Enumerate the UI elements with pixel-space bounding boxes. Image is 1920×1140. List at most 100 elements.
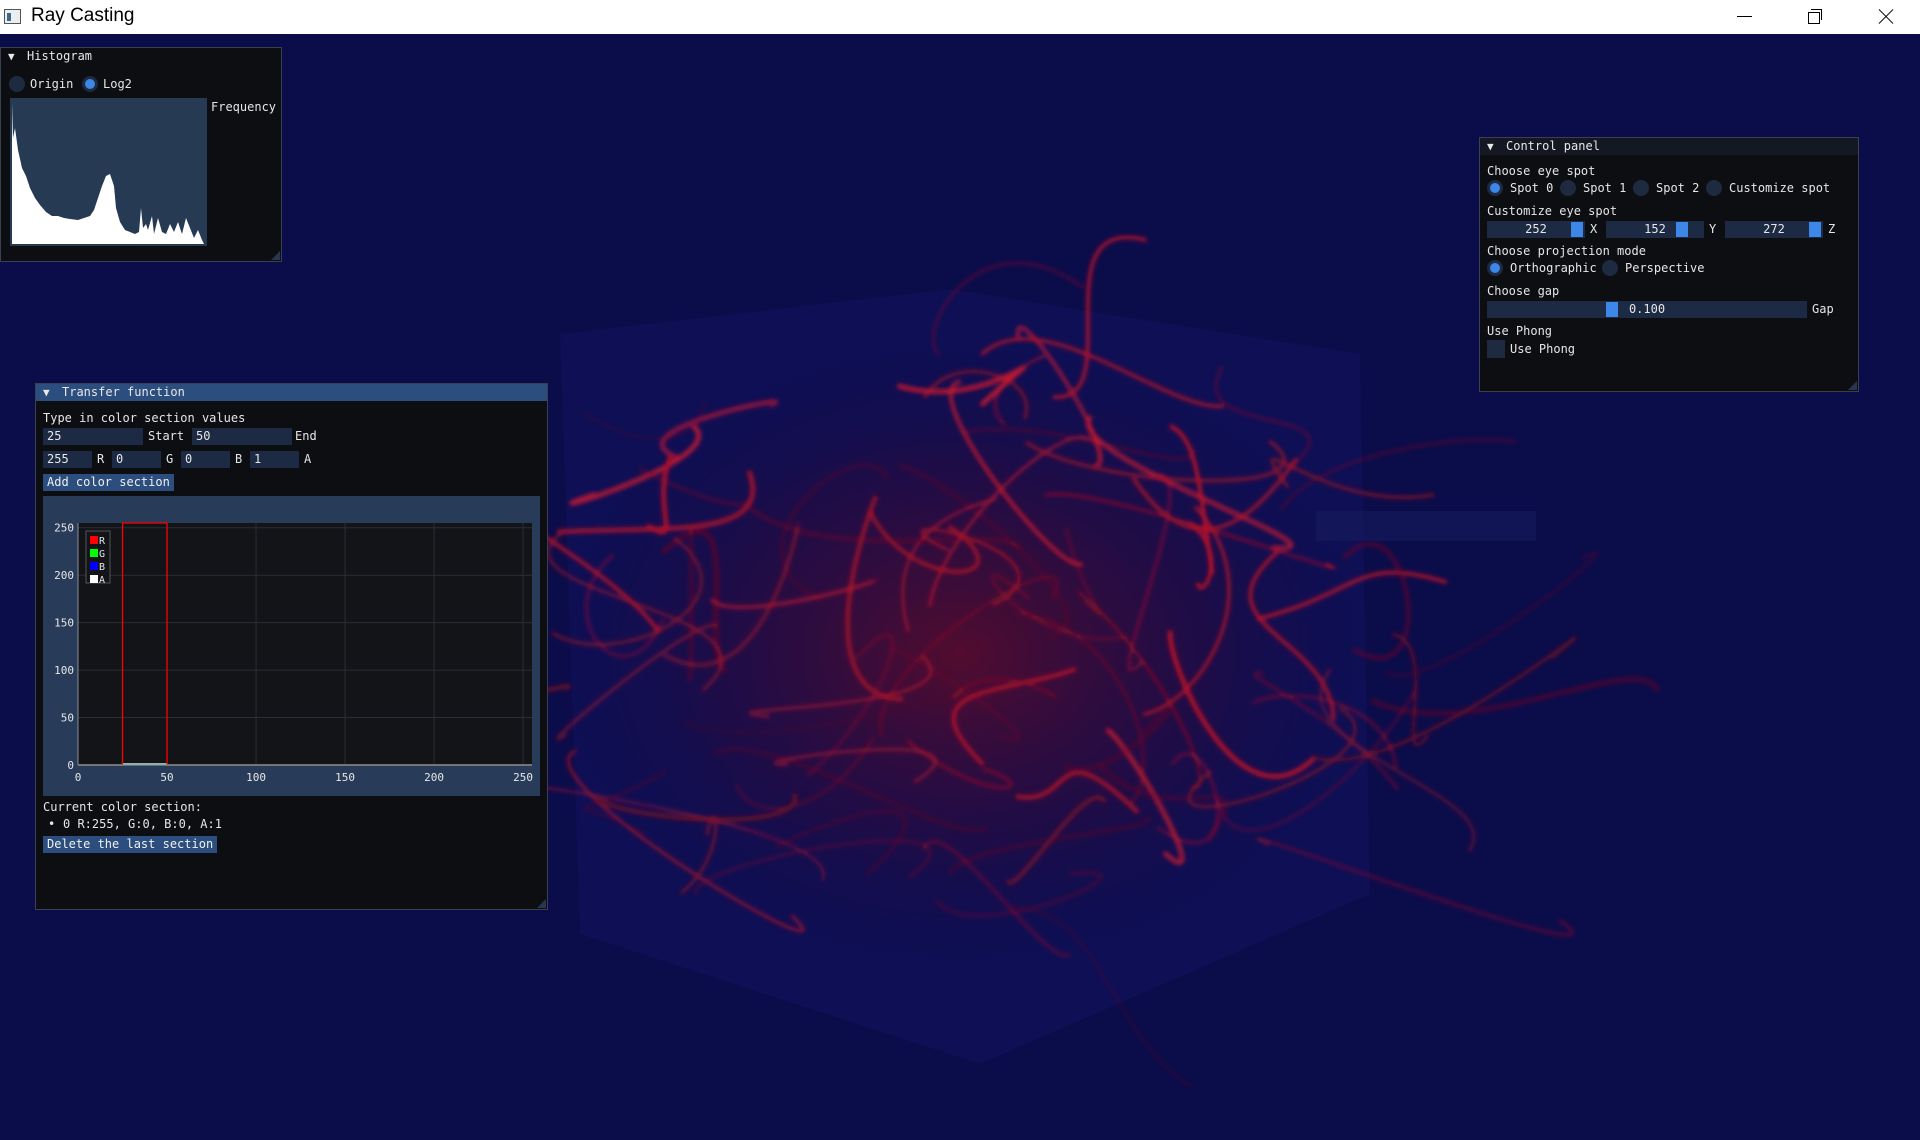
restore-button[interactable] xyxy=(1779,0,1849,34)
legend-swatch-r xyxy=(90,536,98,544)
chart-legend: RGBA xyxy=(85,530,111,586)
g-input[interactable]: 0 xyxy=(112,451,161,468)
window-titlebar: Ray Casting xyxy=(0,0,1920,34)
chart-plot-area xyxy=(78,523,532,765)
b-label: B xyxy=(235,452,243,466)
gap-value: 0.100 xyxy=(1628,302,1666,316)
frequency-label: Frequency xyxy=(211,100,277,114)
transfer-function-chart[interactable]: 0 50 100 150 200 250 0 50 100 150 200 250 RGBA xyxy=(43,496,540,796)
transfer-function-panel[interactable]: ▼ Transfer function Type in color sectio… xyxy=(35,383,548,910)
a-input[interactable]: 1 xyxy=(250,451,299,468)
x-tick-label: 100 xyxy=(246,771,266,784)
spot-0-radio[interactable] xyxy=(1487,180,1503,196)
resize-grip[interactable] xyxy=(1848,381,1857,390)
control-header[interactable]: ▼ Control panel xyxy=(1480,138,1858,155)
y-tick-label: 0 xyxy=(67,759,74,772)
end-label: End xyxy=(295,429,317,443)
g-label: G xyxy=(166,452,174,466)
use-phong-label: Use Phong xyxy=(1510,342,1576,356)
y-tick-label: 50 xyxy=(61,712,74,725)
use-phong-checkbox[interactable] xyxy=(1487,340,1505,358)
y-tick-label: 100 xyxy=(54,664,74,677)
minimize-button[interactable] xyxy=(1709,0,1779,34)
eye-x-value: 252 xyxy=(1525,222,1547,236)
projection-label: Choose projection mode xyxy=(1487,244,1646,258)
control-panel[interactable]: ▼ Control panel Choose eye spot Spot 0 S… xyxy=(1479,137,1859,392)
legend-swatch-a xyxy=(90,575,98,583)
eye-y-grab[interactable] xyxy=(1676,222,1688,237)
origin-radio[interactable] xyxy=(9,76,25,92)
eye-y-axis: Y xyxy=(1709,222,1717,236)
legend-label-b: B xyxy=(99,562,105,573)
faint-overlay-box xyxy=(1316,511,1536,541)
delete-last-section-button[interactable]: Delete the last section xyxy=(43,836,218,853)
log2-label: Log2 xyxy=(103,77,132,91)
legend-swatch-g xyxy=(90,549,98,557)
app-icon xyxy=(4,9,21,24)
x-tick-label: 250 xyxy=(513,771,533,784)
spot-1-radio[interactable] xyxy=(1560,180,1576,196)
a-label: A xyxy=(304,452,312,466)
gap-slider[interactable]: 0.100 xyxy=(1487,301,1807,318)
start-label: Start xyxy=(148,429,185,443)
histogram-header[interactable]: ▼ Histogram xyxy=(1,48,281,65)
collapse-triangle-icon[interactable]: ▼ xyxy=(8,48,15,65)
histogram-panel[interactable]: ▼ Histogram Origin Log2 Frequency xyxy=(0,47,282,262)
log2-radio[interactable] xyxy=(82,76,98,92)
eye-x-axis: X xyxy=(1590,222,1598,236)
eye-x-slider[interactable]: 252 xyxy=(1487,221,1585,238)
origin-label: Origin xyxy=(30,77,74,91)
start-input[interactable]: 25 xyxy=(43,428,143,445)
x-tick-label: 200 xyxy=(424,771,444,784)
spot-2-radio[interactable] xyxy=(1633,180,1649,196)
orthographic-radio[interactable] xyxy=(1487,260,1503,276)
customize-spot-radio[interactable] xyxy=(1706,180,1722,196)
eye-z-slider[interactable]: 272 xyxy=(1725,221,1823,238)
eye-spot-label: Choose eye spot xyxy=(1487,164,1596,178)
orthographic-label: Orthographic xyxy=(1510,261,1597,275)
volume-fiber xyxy=(1385,551,1598,678)
section-item: 0 R:255, G:0, B:0, A:1 xyxy=(63,817,222,831)
legend-label-r: R xyxy=(99,536,106,547)
x-tick-label: 0 xyxy=(75,771,82,784)
eye-y-value: 152 xyxy=(1644,222,1666,236)
spot-2-label: Spot 2 xyxy=(1656,181,1700,195)
legend-label-a: A xyxy=(99,575,105,586)
phong-section-label: Use Phong xyxy=(1487,324,1553,338)
resize-grip[interactable] xyxy=(271,251,280,260)
eye-x-grab[interactable] xyxy=(1571,222,1583,237)
x-tick-label: 50 xyxy=(160,771,173,784)
x-tick-label: 150 xyxy=(335,771,355,784)
r-label: R xyxy=(97,452,105,466)
close-button[interactable] xyxy=(1850,0,1920,34)
b-input[interactable]: 0 xyxy=(181,451,230,468)
control-title: Control panel xyxy=(1506,139,1600,153)
gap-label: Choose gap xyxy=(1487,284,1560,298)
eye-z-axis: Z xyxy=(1828,222,1836,236)
legend-swatch-b xyxy=(90,562,98,570)
spot-0-label: Spot 0 xyxy=(1510,181,1554,195)
transfer-header[interactable]: ▼ Transfer function xyxy=(36,384,547,401)
perspective-radio[interactable] xyxy=(1602,260,1618,276)
add-color-section-button[interactable]: Add color section xyxy=(43,474,174,491)
collapse-triangle-icon[interactable]: ▼ xyxy=(1487,138,1494,155)
spot-1-label: Spot 1 xyxy=(1583,181,1627,195)
histogram-title: Histogram xyxy=(27,49,93,63)
legend-label-g: G xyxy=(99,549,105,560)
collapse-triangle-icon[interactable]: ▼ xyxy=(43,384,50,401)
histogram-plot xyxy=(10,98,207,246)
resize-grip[interactable] xyxy=(537,899,546,908)
y-tick-label: 200 xyxy=(54,569,74,582)
customize-spot-label: Customize spot xyxy=(1729,181,1831,195)
gap-grab[interactable] xyxy=(1606,302,1618,317)
eye-y-slider[interactable]: 152 xyxy=(1606,221,1704,238)
transfer-title: Transfer function xyxy=(62,385,185,399)
perspective-label: Perspective xyxy=(1625,261,1705,275)
section-prompt: Type in color section values xyxy=(43,411,246,425)
volume-fiber xyxy=(687,525,694,683)
current-section-label: Current color section: xyxy=(43,800,202,814)
end-input[interactable]: 50 xyxy=(192,428,292,445)
eye-z-grab[interactable] xyxy=(1809,222,1821,237)
y-tick-label: 250 xyxy=(54,522,74,535)
r-input[interactable]: 255 xyxy=(43,451,92,468)
